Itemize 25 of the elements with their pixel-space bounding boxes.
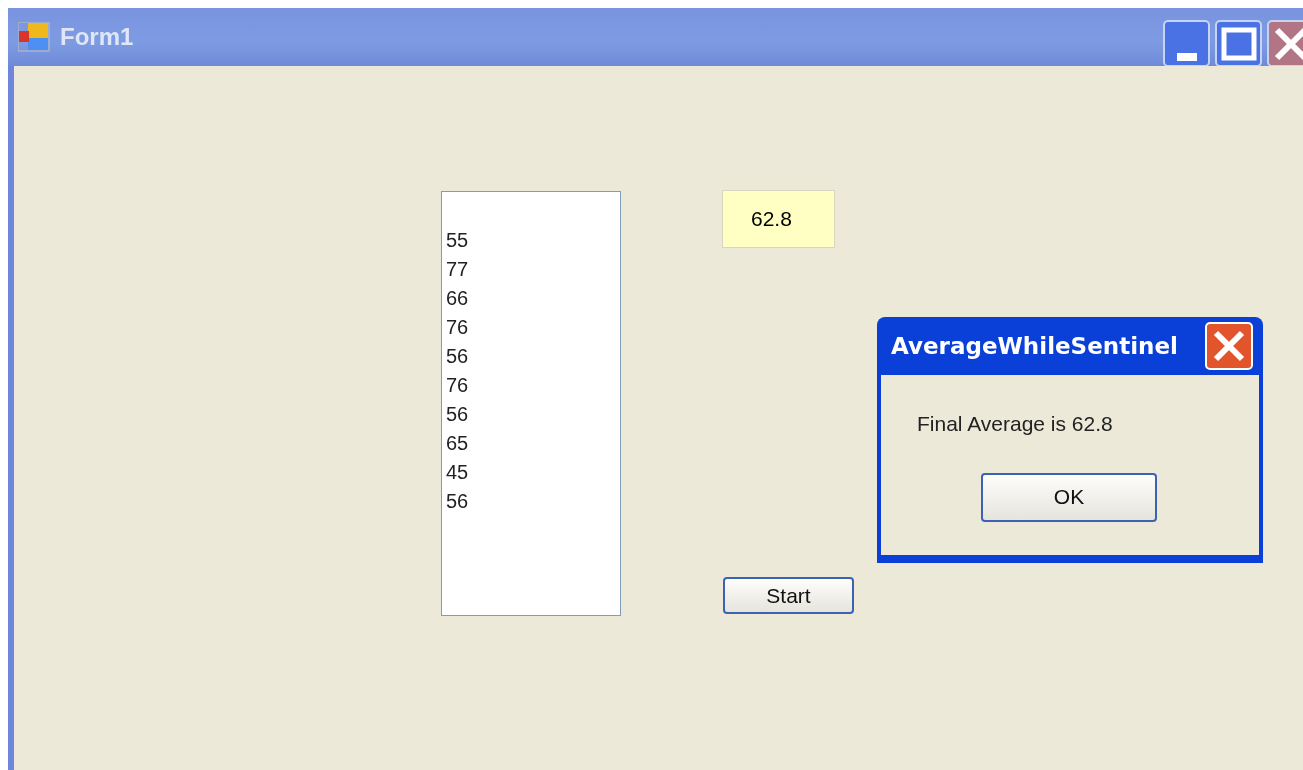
close-icon (1211, 328, 1247, 364)
list-item[interactable]: 66 (446, 284, 620, 313)
list-box[interactable]: 55 77 66 76 56 76 56 65 45 56 (441, 191, 621, 616)
list-item[interactable]: 45 (446, 458, 620, 487)
dialog-message: Final Average is 62.8 (916, 411, 1114, 437)
app-icon (18, 22, 50, 52)
ok-button[interactable]: OK (981, 472, 1157, 522)
window-title: Form1 (60, 22, 134, 52)
list-item[interactable]: 76 (446, 313, 620, 342)
maximize-button[interactable] (1215, 20, 1262, 67)
maximize-icon (1220, 26, 1257, 61)
close-icon (1272, 25, 1303, 62)
list-item[interactable]: 56 (446, 400, 620, 429)
dialog-title: AverageWhileSentinel (891, 331, 1178, 361)
minimize-icon (1176, 52, 1197, 61)
list-item[interactable]: 55 (446, 226, 620, 255)
list-item[interactable]: 56 (446, 342, 620, 371)
list-item[interactable]: 77 (446, 255, 620, 284)
list-item[interactable]: 56 (446, 487, 620, 516)
list-item[interactable]: 76 (446, 371, 620, 400)
list-item[interactable]: 65 (446, 429, 620, 458)
close-button[interactable] (1267, 20, 1303, 67)
start-button[interactable]: Start (723, 577, 854, 614)
result-field[interactable]: 62.8 (722, 190, 835, 248)
minimize-button[interactable] (1163, 20, 1210, 67)
